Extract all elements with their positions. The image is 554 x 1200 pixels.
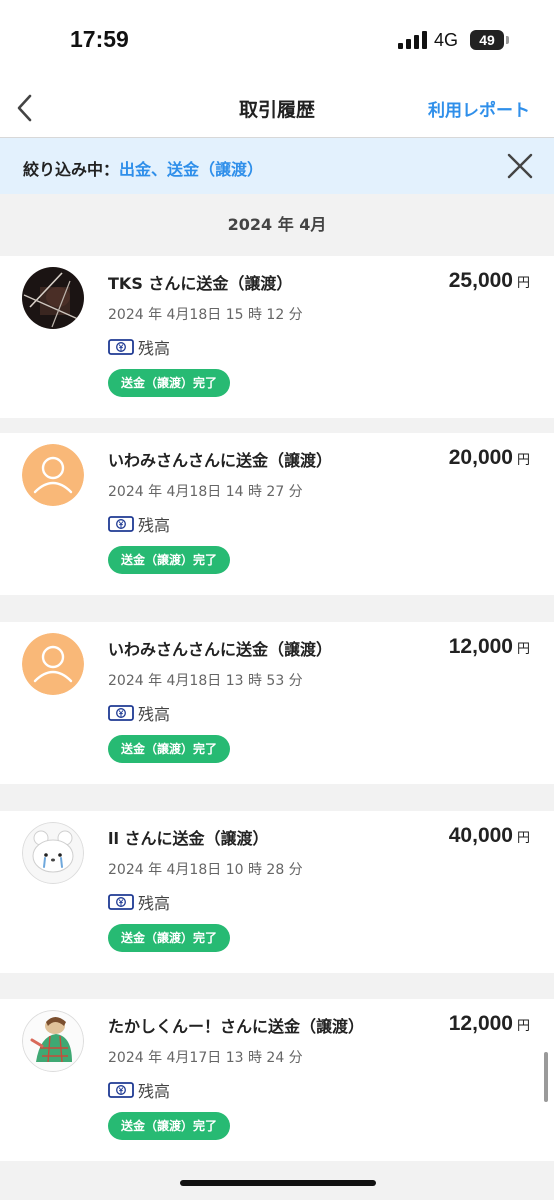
amount-value: 12,000 (448, 1012, 513, 1035)
battery-level: 49 (479, 32, 495, 48)
transaction-title: たかしくんー！さんに送金（譲渡） (108, 1017, 365, 1036)
avatar (22, 1010, 84, 1072)
avatar (22, 822, 84, 884)
signal-icon (398, 31, 427, 49)
transaction-datetime: 2024 年 4月17日 13 時 24 分 (108, 1050, 303, 1066)
transaction-datetime: 2024 年 4月18日 14 時 27 分 (108, 484, 303, 500)
status-badge: 送金（譲渡）完了 (108, 369, 231, 397)
transaction-datetime: 2024 年 4月18日 13 時 53 分 (108, 673, 303, 689)
avatar-photo-icon (22, 267, 84, 329)
transaction-title: ll さんに送金（譲渡） (108, 829, 269, 848)
transaction-title: いわみさんさんに送金（譲渡） (108, 640, 333, 659)
status-time: 17:59 (70, 26, 129, 52)
payment-method: 残高 (108, 336, 170, 358)
payment-method-label: 残高 (138, 894, 171, 913)
transaction-title: TKS さんに送金（譲渡） (108, 274, 293, 293)
balance-yen-icon (108, 894, 134, 910)
currency-unit: 円 (516, 453, 530, 468)
balance-yen-icon (108, 516, 134, 532)
currency-unit: 円 (516, 1019, 530, 1034)
balance-yen-icon (108, 339, 134, 355)
crying-bear-icon (22, 822, 84, 884)
avatar (22, 444, 84, 506)
transaction-amount: 12,000 円 (449, 1012, 530, 1036)
back-chevron-icon[interactable] (10, 88, 44, 128)
status-badge: 送金（譲渡）完了 (108, 735, 231, 763)
transaction-row[interactable]: ll さんに送金（譲渡） 2024 年 4月18日 10 時 28 分 残高 送… (0, 811, 554, 973)
status-badge: 送金（譲渡）完了 (108, 1112, 231, 1140)
filter-value[interactable]: 出金、送金（譲渡） (119, 160, 263, 179)
filter-label: 絞り込み中：出金、送金（譲渡） (23, 156, 263, 180)
status-badge: 送金（譲渡）完了 (108, 546, 231, 574)
scrollbar[interactable] (544, 1052, 548, 1102)
currency-unit: 円 (516, 276, 530, 291)
payment-method: 残高 (108, 513, 170, 535)
default-user-icon (22, 444, 84, 506)
payment-method-label: 残高 (138, 339, 171, 358)
transaction-row[interactable]: いわみさんさんに送金（譲渡） 2024 年 4月18日 13 時 53 分 残高… (0, 622, 554, 784)
transaction-amount: 12,000 円 (449, 635, 530, 659)
payment-method: 残高 (108, 891, 170, 913)
close-icon[interactable] (504, 150, 536, 182)
payment-method-label: 残高 (138, 1082, 171, 1101)
network-type: 4G (434, 30, 459, 50)
character-illustration-icon (22, 1010, 84, 1072)
transaction-datetime: 2024 年 4月18日 15 時 12 分 (108, 307, 303, 323)
transaction-row[interactable]: たかしくんー！さんに送金（譲渡） 2024 年 4月17日 13 時 24 分 … (0, 999, 554, 1161)
transaction-amount: 40,000 円 (449, 824, 530, 848)
avatar (22, 267, 84, 329)
payment-method-label: 残高 (138, 705, 171, 724)
payment-method-label: 残高 (138, 516, 171, 535)
filter-bar: 絞り込み中：出金、送金（譲渡） (0, 138, 554, 194)
balance-yen-icon (108, 1082, 134, 1098)
transaction-title: いわみさんさんに送金（譲渡） (108, 451, 333, 470)
currency-unit: 円 (516, 831, 530, 846)
currency-unit: 円 (516, 642, 530, 657)
month-header: 2024 年 4月 (0, 194, 554, 256)
balance-yen-icon (108, 705, 134, 721)
status-badge: 送金（譲渡）完了 (108, 924, 231, 952)
home-indicator[interactable] (180, 1180, 376, 1186)
filter-prefix: 絞り込み中： (23, 160, 120, 179)
battery-nub (506, 36, 509, 44)
avatar (22, 633, 84, 695)
transaction-amount: 20,000 円 (449, 446, 530, 470)
amount-value: 20,000 (448, 446, 513, 469)
amount-value: 12,000 (448, 635, 513, 658)
amount-value: 40,000 (448, 824, 513, 847)
transaction-amount: 25,000 円 (449, 269, 530, 293)
status-bar: 17:59 4G 49 (0, 0, 554, 80)
transaction-row[interactable]: TKS さんに送金（譲渡） 2024 年 4月18日 15 時 12 分 残高 … (0, 256, 554, 418)
navigation-bar: 取引履歴 利用レポート (0, 80, 554, 138)
default-user-icon (22, 633, 84, 695)
usage-report-link[interactable]: 利用レポート (428, 96, 530, 121)
payment-method: 残高 (108, 702, 170, 724)
payment-method: 残高 (108, 1079, 170, 1101)
amount-value: 25,000 (448, 269, 513, 292)
battery-icon: 49 (470, 30, 504, 50)
transaction-datetime: 2024 年 4月18日 10 時 28 分 (108, 862, 303, 878)
transaction-row[interactable]: いわみさんさんに送金（譲渡） 2024 年 4月18日 14 時 27 分 残高… (0, 433, 554, 595)
